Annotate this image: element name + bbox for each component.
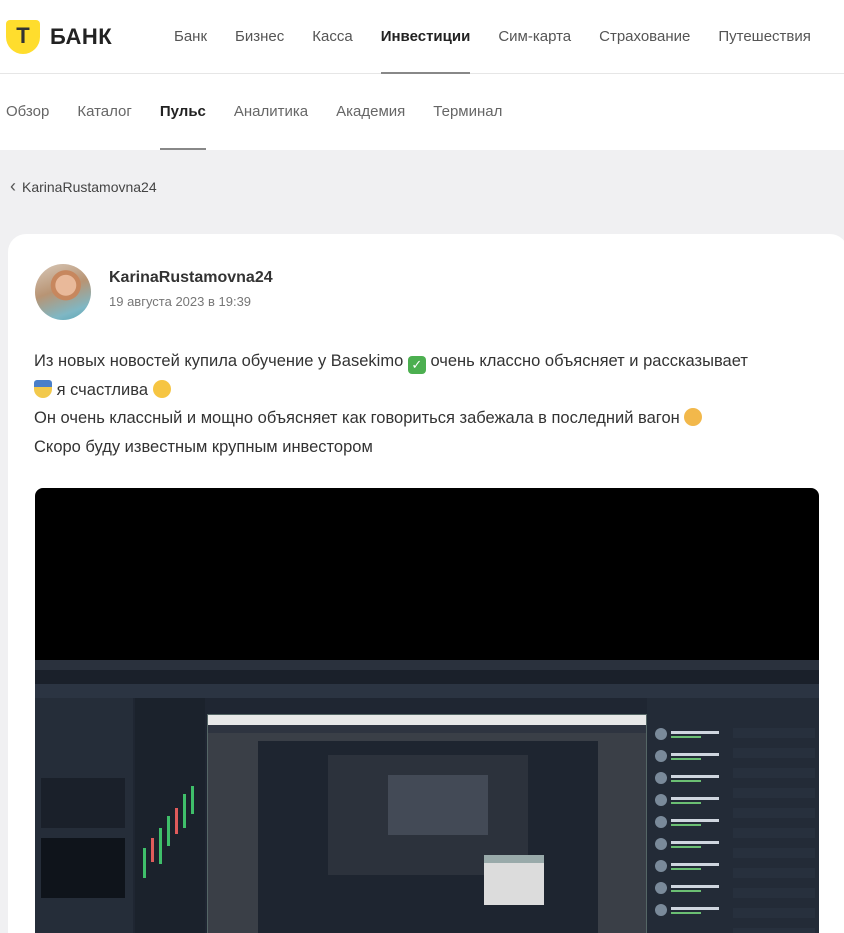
smiling-face-icon [152,379,171,398]
top-nav-kassa[interactable]: Касса [312,0,352,74]
candle [191,786,194,814]
post-line-3: Он очень классный и мощно объясняет как … [34,409,685,427]
list-item [655,882,733,896]
check-mark-icon: ✓ [407,356,426,374]
tab-pulse[interactable]: Пульс [159,74,206,150]
list-item [655,816,733,830]
screenshot-nested-window-2 [388,775,488,835]
top-nav-sim[interactable]: Сим-карта [498,0,571,74]
post-date: 19 августа 2023 в 19:39 [109,294,252,309]
screenshot-toolbar [35,684,819,698]
author-avatar[interactable] [35,264,91,320]
screenshot-right-panel [647,698,819,933]
author-name[interactable]: KarinaRustamovna24 [109,269,273,287]
screenshot-left-panel [35,698,133,933]
post-line-1a: Из новых новостей купила обучение у Base… [34,352,408,370]
list-item [655,794,733,808]
candle [175,808,178,834]
tab-analytics[interactable]: Аналитика [234,74,308,150]
tab-overview[interactable]: Обзор [6,74,49,150]
logo-shield-icon: T [6,20,40,54]
chevron-left-icon: ‹ [10,176,16,196]
candle [143,848,146,878]
list-item [655,728,733,742]
tab-academy[interactable]: Академия [336,74,405,150]
post-line-4: Скоро буду известным крупным инвестором [34,437,373,456]
post-line-1b: очень классно объясняет и рассказывает [430,352,748,370]
screenshot-window-titlebar [208,715,646,725]
back-link[interactable]: ‹ KarinaRustamovna24 [10,176,157,197]
candle [159,828,162,864]
screenshot-window [207,714,647,933]
top-nav: Банк Бизнес Касса Инвестиции Сим-карта С… [174,0,839,74]
top-nav-travel[interactable]: Путешествия [718,0,811,74]
sub-nav: Обзор Каталог Пульс Аналитика Академия Т… [6,74,530,150]
tab-terminal[interactable]: Терминал [433,74,502,150]
screenshot-titlebar [35,660,819,670]
terminal-screenshot [35,660,819,933]
top-header: T БАНК Банк Бизнес Касса Инвестиции Сим-… [0,0,844,74]
screenshot-window-menubar [208,725,646,733]
candle [167,816,170,846]
list-item [655,904,733,918]
list-item [655,860,733,874]
candle [151,838,154,862]
post-text: Из новых новостей купила обучение у Base… [34,347,834,461]
screenshot-ticker [35,670,819,684]
back-link-label: KarinaRustamovna24 [22,178,157,195]
medal-icon [34,379,52,398]
face-icon [684,408,703,426]
post-card: KarinaRustamovna24 19 августа 2023 в 19:… [8,234,844,933]
post-line-2: я счастлива [56,380,153,399]
list-item [655,750,733,764]
logo-wordmark: БАНК [50,24,113,49]
sub-header: Обзор Каталог Пульс Аналитика Академия Т… [0,74,844,150]
list-item [655,838,733,852]
screenshot-nested-screen [258,741,598,933]
top-nav-insurance[interactable]: Страхование [599,0,690,74]
screenshot-chat-list [647,698,729,933]
top-nav-business[interactable]: Бизнес [235,0,284,74]
screenshot-chart [135,698,205,933]
top-nav-bank[interactable]: Банк [174,0,207,74]
top-nav-investments[interactable]: Инвестиции [380,0,470,74]
screenshot-quotes-table [733,718,815,933]
tab-catalog[interactable]: Каталог [77,74,132,150]
screenshot-left-table [41,838,125,898]
post-image[interactable] [35,488,819,933]
screenshot-dialog [484,855,544,905]
bank-logo[interactable]: T БАНК [6,20,112,54]
screenshot-left-chart [41,778,125,828]
list-item [655,772,733,786]
candle [183,794,186,828]
